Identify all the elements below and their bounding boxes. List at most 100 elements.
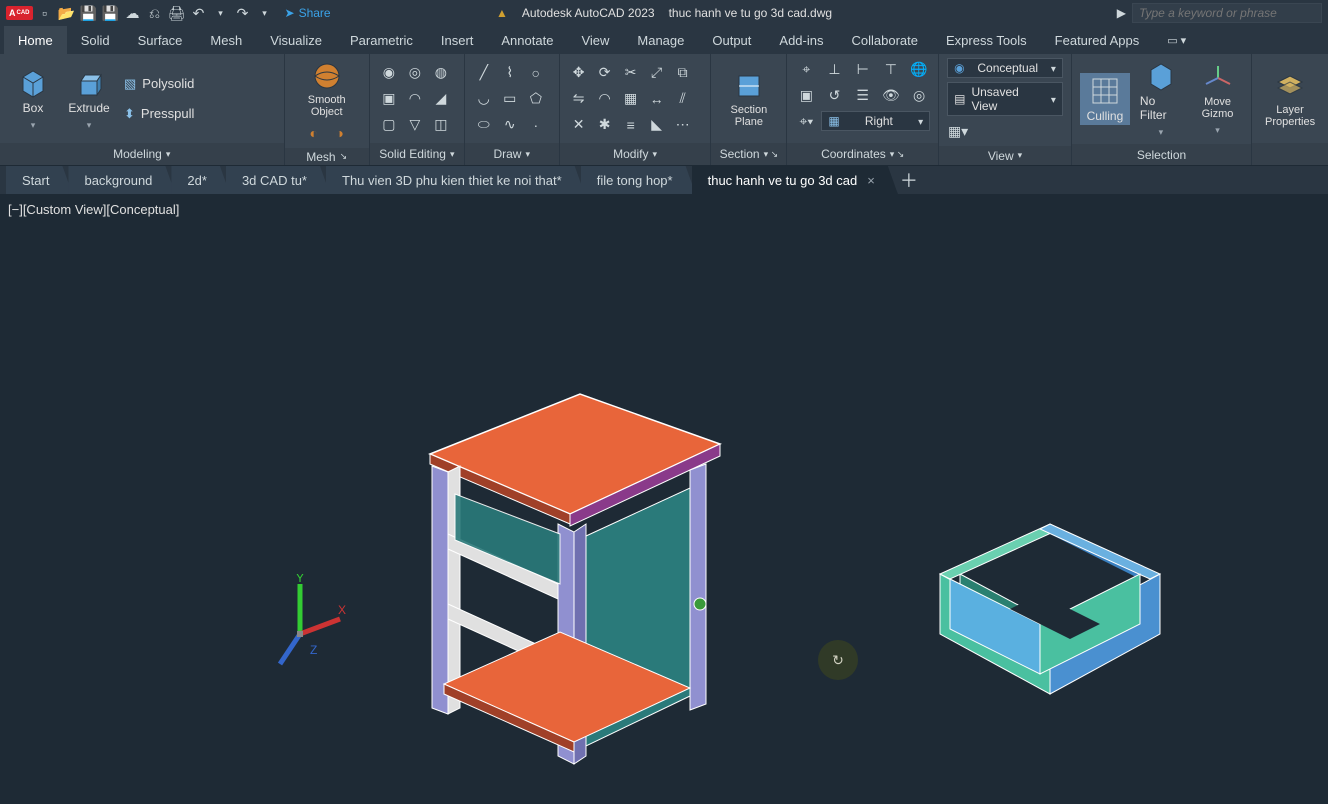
extrude-button[interactable]: Extrude xyxy=(64,65,114,133)
chamfer-edge-icon[interactable]: ◢ xyxy=(430,88,452,110)
union-icon[interactable]: ◉ xyxy=(378,62,400,84)
ribbon-tab-featuredapps[interactable]: Featured Apps xyxy=(1041,26,1154,54)
saved-view-combo[interactable]: ▤ Unsaved View xyxy=(947,82,1063,116)
mirror-icon[interactable]: ⇋ xyxy=(568,88,590,110)
align-icon[interactable]: ≡ xyxy=(620,114,642,136)
ucs-face-icon[interactable]: ▣ xyxy=(795,84,817,106)
panel-coordinates-label[interactable]: Coordinates ▾ ↘ xyxy=(787,143,938,165)
layer-properties-button[interactable]: Layer Properties xyxy=(1260,68,1320,130)
ucs-named-icon[interactable]: ☰ xyxy=(852,84,874,106)
file-tab-2d[interactable]: 2d* xyxy=(171,166,230,194)
new-tab-button[interactable]: ＋ xyxy=(894,166,924,194)
ribbon-tab-solid[interactable]: Solid xyxy=(67,26,124,54)
panel-draw-label[interactable]: Draw ▾ xyxy=(465,143,559,165)
print-icon[interactable]: 🖨 xyxy=(169,5,185,21)
help-arrow-icon[interactable]: ▶ xyxy=(1117,6,1126,20)
subtract-icon[interactable]: ◎ xyxy=(404,62,426,84)
panel-mesh-label[interactable]: Mesh ↘ xyxy=(285,148,369,165)
copy-icon[interactable]: ⧉ xyxy=(672,62,694,84)
slice-icon[interactable]: ◫ xyxy=(430,114,452,136)
file-tab-background[interactable]: background xyxy=(68,166,175,194)
taper-icon[interactable]: ▽ xyxy=(404,114,426,136)
saveas-icon[interactable]: 💾 xyxy=(103,5,119,21)
cloud-save-icon[interactable]: ☁ xyxy=(125,5,141,21)
visual-style-combo[interactable]: ◉ Conceptual xyxy=(947,58,1063,78)
chamfer-icon[interactable]: ◣ xyxy=(646,114,668,136)
panel-section-label[interactable]: Section ▾ ↘ xyxy=(711,143,786,165)
stretch-icon[interactable]: ↔ xyxy=(646,88,668,110)
ucs-view-icon[interactable]: 👁 xyxy=(880,84,902,106)
trim-icon[interactable]: ✂ xyxy=(620,62,642,84)
file-tab-filetonghop[interactable]: file tong hop* xyxy=(581,166,696,194)
culling-button[interactable]: Culling xyxy=(1080,73,1130,125)
ribbon-tab-annotate[interactable]: Annotate xyxy=(487,26,567,54)
ribbon-tab-home[interactable]: Home xyxy=(4,26,67,54)
redo-icon[interactable]: ↷ xyxy=(235,5,251,21)
polysolid-button[interactable]: ▧Polysolid xyxy=(120,74,198,94)
ucs-icon[interactable]: ⌖ xyxy=(795,58,817,80)
polygon-icon[interactable]: ⬠ xyxy=(525,88,547,110)
ribbon-tab-manage[interactable]: Manage xyxy=(623,26,698,54)
model-table[interactable] xyxy=(400,384,740,804)
rotate-icon[interactable]: ⟳ xyxy=(594,62,616,84)
undo-icon[interactable]: ↶ xyxy=(191,5,207,21)
ribbon-tab-output[interactable]: Output xyxy=(698,26,765,54)
ribbon-tab-overflow[interactable]: ▭ ▾ xyxy=(1153,26,1200,54)
shell-icon[interactable]: ▢ xyxy=(378,114,400,136)
ribbon-tab-view[interactable]: View xyxy=(567,26,623,54)
array-icon[interactable]: ▦ xyxy=(620,88,642,110)
offset-icon[interactable]: ⫽ xyxy=(672,88,694,110)
panel-solid-editing-label[interactable]: Solid Editing ▾ xyxy=(370,143,464,165)
redo-dropdown-icon[interactable]: ▾ xyxy=(257,5,273,21)
search-input[interactable] xyxy=(1132,3,1322,23)
ellipse-icon[interactable]: ⬭ xyxy=(473,114,495,136)
scale-icon[interactable]: ⤢ xyxy=(646,62,668,84)
ucs-z-icon[interactable]: ⊤ xyxy=(880,58,902,80)
ribbon-tab-mesh[interactable]: Mesh xyxy=(196,26,256,54)
nav-direction-combo[interactable]: ▦ Right xyxy=(821,111,930,131)
viewport-label[interactable]: [−][Custom View][Conceptual] xyxy=(8,202,179,217)
explode-icon[interactable]: ✱ xyxy=(594,114,616,136)
line-icon[interactable]: ╱ xyxy=(473,62,495,84)
arc-icon[interactable]: ◡ xyxy=(473,88,495,110)
erase-icon[interactable]: ✕ xyxy=(568,114,590,136)
smooth-object-button[interactable]: Smooth Object xyxy=(293,58,361,120)
save-icon[interactable]: 💾 xyxy=(81,5,97,21)
polyline-icon[interactable]: ⌇ xyxy=(499,62,521,84)
panel-modify-label[interactable]: Modify ▾ xyxy=(560,143,711,165)
dwg-history-icon[interactable]: ⎌ xyxy=(147,5,163,21)
new-icon[interactable]: ▫ xyxy=(37,5,53,21)
viewport[interactable]: [−][Custom View][Conceptual] Y X Z xyxy=(0,194,1328,736)
ribbon-tab-insert[interactable]: Insert xyxy=(427,26,488,54)
mesh-more-icon[interactable]: ◐ xyxy=(303,122,325,144)
ucs-dropdown-icon[interactable]: ⌖▾ xyxy=(795,110,817,132)
ucs-y-icon[interactable]: ⊢ xyxy=(852,58,874,80)
ribbon-tab-expresstools[interactable]: Express Tools xyxy=(932,26,1041,54)
file-tab-3dcadtu[interactable]: 3d CAD tu* xyxy=(226,166,330,194)
section-plane-button[interactable]: Section Plane xyxy=(719,68,778,130)
model-box[interactable] xyxy=(920,514,1180,714)
undo-dropdown-icon[interactable]: ▾ xyxy=(213,5,229,21)
ucs-prev-icon[interactable]: ↺ xyxy=(824,84,846,106)
open-icon[interactable]: 📂 xyxy=(59,5,75,21)
ribbon-tab-surface[interactable]: Surface xyxy=(124,26,197,54)
move-gizmo-button[interactable]: Move Gizmo xyxy=(1192,60,1243,138)
more-modify-icon[interactable]: ⋯ xyxy=(672,114,694,136)
move-icon[interactable]: ✥ xyxy=(568,62,590,84)
file-tab-thuvien[interactable]: Thu vien 3D phu kien thiet ke noi that* xyxy=(326,166,585,194)
spline-icon[interactable]: ∿ xyxy=(499,114,521,136)
ribbon-tab-addins[interactable]: Add-ins xyxy=(765,26,837,54)
box-button[interactable]: Box xyxy=(8,65,58,133)
circle-icon[interactable]: ○ xyxy=(525,62,547,84)
panel-selection-label[interactable]: Selection xyxy=(1072,144,1251,165)
view-manager-icon[interactable]: ▦▾ xyxy=(947,120,969,142)
file-tab-active[interactable]: thuc hanh ve tu go 3d cad× xyxy=(692,166,898,194)
ribbon-tab-collaborate[interactable]: Collaborate xyxy=(837,26,932,54)
fillet-edge-icon[interactable]: ◠ xyxy=(404,88,426,110)
close-tab-icon[interactable]: × xyxy=(867,173,875,188)
fillet-icon[interactable]: ◠ xyxy=(594,88,616,110)
file-tab-start[interactable]: Start xyxy=(6,166,72,194)
rectangle-icon[interactable]: ▭ xyxy=(499,88,521,110)
panel-modeling-label[interactable]: Modeling ▾ xyxy=(0,143,284,165)
ribbon-tab-visualize[interactable]: Visualize xyxy=(256,26,336,54)
